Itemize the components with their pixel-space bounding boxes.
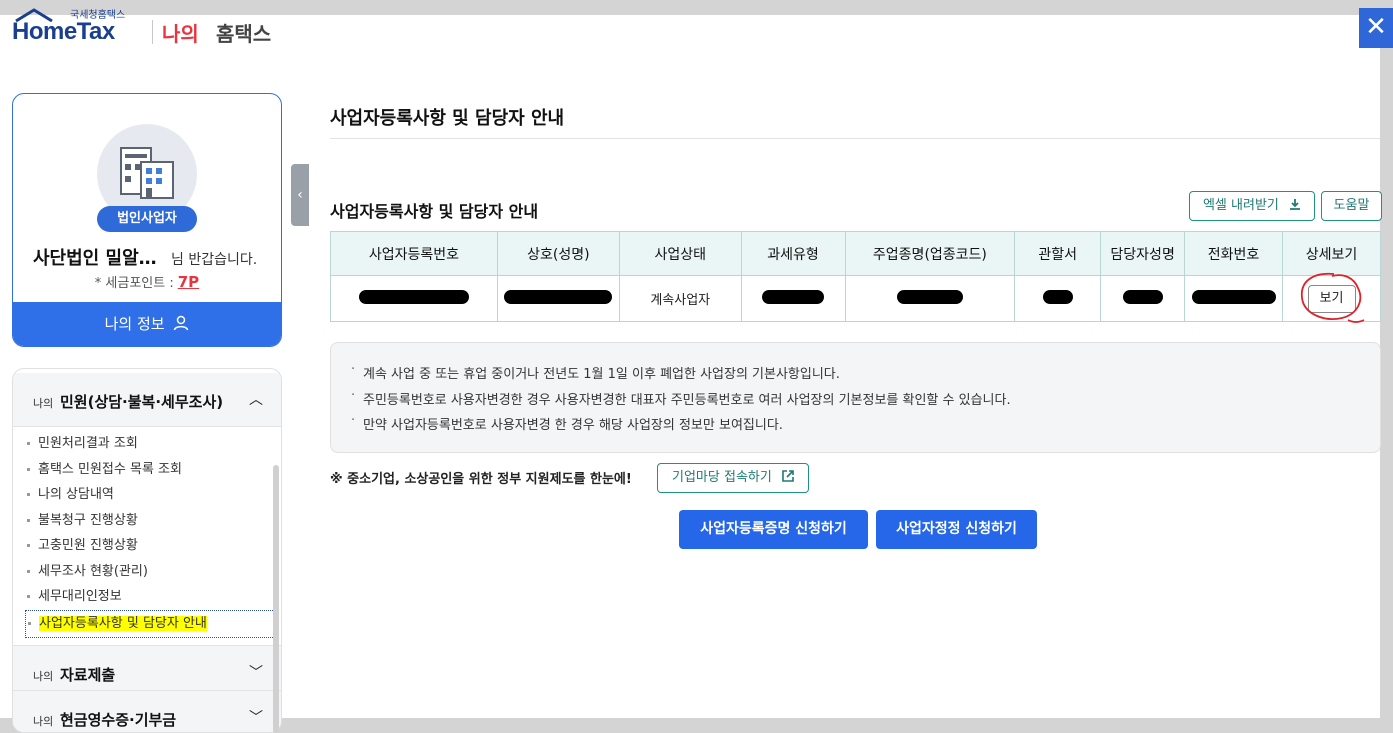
column-header: 상호(성명) [496,231,620,276]
column-header: 상세보기 [1282,231,1381,276]
points-label: * 세금포인트 : [94,276,174,291]
logo-my: 나의 [162,22,199,46]
greeting-text: 님 반갑습니다. [171,252,258,268]
cell-redacted [1100,275,1186,322]
submenu-active-label: 사업자등록사항 및 담당자 안내 [39,615,207,631]
chevron-down-icon: ﹀ [249,710,263,726]
points-value[interactable]: 7P [178,273,199,291]
menu-title: 자료제출 [60,666,116,684]
menu-prefix: 나의 [33,397,54,410]
menu-prefix: 나의 [33,715,54,728]
my-info-label: 나의 정보 [104,315,165,333]
bizinfo-link-label: 기업마당 접속하기 [672,470,772,485]
cell-redacted [1184,275,1284,322]
business-cert-request-button[interactable]: 사업자등록증명 신청하기 [679,510,868,549]
excel-download-label: 엑셀 내려받기 [1202,198,1279,213]
cell-redacted [496,275,620,322]
close-icon: ✕ [1365,12,1387,42]
title-divider [330,138,1380,139]
my-info-button[interactable]: 나의 정보 [13,302,281,346]
smb-support-text: ※ 중소기업, 소상공인을 위한 정부 지원제도를 한눈에! [330,472,632,487]
menu-prefix: 나의 [33,670,54,683]
download-icon [1290,199,1301,210]
menu-title: 민원(상담·불복·세무조사) [60,393,224,411]
hometax-logo[interactable]: 국세청홈택스 HomeTax 나의 홈택스 [12,6,272,46]
notice-item: 주민등록번호로 사용자변경한 경우 사용자변경한 대표자 주민등록번호로 여러 … [351,388,1011,408]
submenu-item-consult[interactable]: 나의 상담내역 [25,482,277,508]
notice-item: 계속 사업 중 또는 휴업 중이거나 전년도 1월 1일 이후 폐업한 사업장의… [351,362,840,382]
table-header-row: 사업자등록번호 상호(성명) 사업상태 과세유형 주업종명(업종코드) 관할서 … [330,231,1381,276]
section-title: 사업자등록사항 및 담당자 안내 [330,202,539,221]
submenu-item-business-info[interactable]: 사업자등록사항 및 담당자 안내 [25,609,277,638]
notice-item: 만약 사업자등록번호로 사용자변경 한 경우 해당 사업장의 정보만 보여집니다… [351,413,783,433]
notice-box: 계속 사업 중 또는 휴업 중이거나 전년도 1월 1일 이후 폐업한 사업장의… [330,342,1381,453]
menu-scrollbar[interactable] [273,465,279,733]
submenu-item-audit[interactable]: 세무조사 현황(관리) [25,559,277,585]
chevron-down-icon: ﹀ [249,665,263,681]
profile-card: 법인사업자 사단법인 밀알… 님 반갑습니다. * 세금포인트 : 7P 나의 정… [12,93,282,347]
cell-status: 계속사업자 [618,275,742,322]
corp-name: 사단법인 밀알… [33,248,157,269]
table-row: 계속사업자 보기 [330,275,1381,322]
menu-title: 현금영수증·기부금 [60,711,177,729]
chevron-left-icon: ‹ [297,187,303,203]
submenu-list: 민원처리결과 조회 홈택스 민원접수 목록 조회 나의 상담내역 불복청구 진행… [25,431,277,638]
bizinfo-link-button[interactable]: 기업마당 접속하기 [657,463,809,493]
business-info-table: 사업자등록번호 상호(성명) 사업상태 과세유형 주업종명(업종코드) 관할서 … [330,231,1381,322]
external-link-icon [782,470,794,482]
column-header: 주업종명(업종코드) [844,231,1016,276]
column-header: 과세유형 [740,231,846,276]
submenu-item-grievance[interactable]: 고충민원 진행상황 [25,533,277,559]
cell-redacted [1014,275,1102,322]
side-menu: 나의 민원(상담·불복·세무조사) ︿ 민원처리결과 조회 홈택스 민원접수 목… [12,368,282,733]
corp-type-badge: 법인사업자 [97,206,197,232]
close-button[interactable]: ✕ [1359,8,1393,48]
submenu-item-petition-list[interactable]: 홈택스 민원접수 목록 조회 [25,457,277,483]
cell-redacted [740,275,846,322]
logo-text: HomeTax [12,18,115,45]
menu-section-petition[interactable]: 나의 민원(상담·불복·세무조사) ︿ [13,373,281,427]
logo-divider [152,20,153,44]
submenu-item-appeal[interactable]: 불복청구 진행상황 [25,508,277,534]
column-header: 담당자성명 [1100,231,1186,276]
logo-hometax-label: 홈택스 [216,22,272,46]
menu-section-receipt[interactable]: 나의 현금영수증·기부금 ﹀ [13,690,281,732]
column-header: 전화번호 [1184,231,1284,276]
column-header: 사업자등록번호 [330,231,498,276]
page-title: 사업자등록사항 및 담당자 안내 [330,108,565,129]
chevron-up-icon: ︿ [249,392,263,408]
column-header: 사업상태 [618,231,742,276]
cell-redacted [330,275,498,322]
sidebar-collapse-button[interactable]: ‹ [291,164,309,226]
cell-redacted [844,275,1016,322]
submenu-item-result[interactable]: 민원처리결과 조회 [25,431,277,457]
annotation-circle [1300,272,1365,323]
business-correction-request-button[interactable]: 사업자정정 신청하기 [876,510,1037,549]
tax-points: * 세금포인트 : 7P [13,272,281,291]
right-overlay [1380,48,1393,733]
column-header: 관할서 [1014,231,1102,276]
user-icon [174,315,189,331]
submenu-item-agent[interactable]: 세무대리인정보 [25,584,277,610]
help-button[interactable]: 도움말 [1321,191,1382,221]
excel-download-button[interactable]: 엑셀 내려받기 [1189,191,1315,221]
